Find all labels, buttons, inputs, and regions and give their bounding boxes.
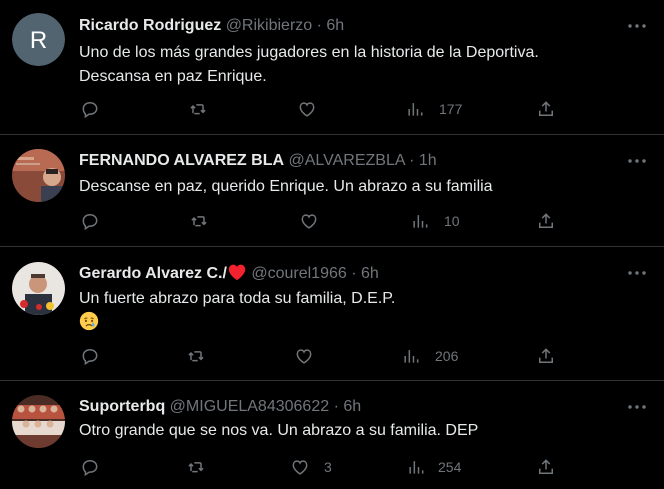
tweet-actions: 10 xyxy=(0,209,664,233)
views-icon xyxy=(409,461,424,474)
avatar[interactable] xyxy=(12,149,65,202)
share-icon xyxy=(539,459,553,474)
retweet-icon xyxy=(190,104,206,115)
heart-icon xyxy=(292,460,308,475)
views-icon xyxy=(408,103,423,116)
tweet-actions: 3 254 xyxy=(0,455,664,479)
avatar[interactable] xyxy=(12,262,65,315)
views-button[interactable]: 10 xyxy=(410,209,460,233)
retweet-button[interactable] xyxy=(189,209,217,233)
reply-button[interactable] xyxy=(80,344,108,368)
avatar[interactable] xyxy=(12,395,65,448)
tweet-text-line: Descansa en paz Enrique. xyxy=(79,68,267,85)
views-button[interactable]: 254 xyxy=(406,455,461,479)
tweet[interactable]: R Ricardo Rodriguez @Rikibierzo · 6h Uno… xyxy=(0,0,664,134)
reply-icon xyxy=(82,213,98,231)
reply-button[interactable] xyxy=(80,455,108,479)
tweet-header: Gerardo Alvarez C./ @courel1966 · 6h xyxy=(79,263,379,284)
tweet-text: Uno de los más grandes jugadores en la h… xyxy=(79,41,624,89)
author-handle[interactable]: @MIGUELA84306622 xyxy=(170,398,329,415)
separator-dot: · xyxy=(409,152,415,169)
reply-button[interactable] xyxy=(80,97,108,121)
retweet-icon xyxy=(188,351,204,362)
share-button[interactable] xyxy=(536,455,556,479)
tweet-text: Otro grande que se nos va. Un abrazo a s… xyxy=(79,419,624,443)
retweet-button[interactable] xyxy=(186,344,214,368)
timestamp[interactable]: 1h xyxy=(419,152,437,169)
like-count: 3 xyxy=(324,459,332,475)
crying-face-icon xyxy=(79,311,624,335)
views-button[interactable]: 177 xyxy=(405,97,462,121)
retweet-button[interactable] xyxy=(186,455,214,479)
reply-icon xyxy=(82,348,98,366)
tweet-text-line: Un fuerte abrazo para toda su familia, D… xyxy=(79,290,396,307)
author-name[interactable]: Suporterbq xyxy=(79,398,165,415)
more-icon[interactable] xyxy=(626,397,648,417)
tweet-text: Un fuerte abrazo para toda su familia, D… xyxy=(79,287,624,335)
heart-icon xyxy=(301,214,317,229)
author-handle[interactable]: @Rikibierzo xyxy=(226,17,312,34)
heart-icon xyxy=(296,349,312,364)
author-name[interactable]: Ricardo Rodriguez xyxy=(79,17,221,34)
views-button[interactable]: 206 xyxy=(401,344,458,368)
author-handle[interactable]: @courel1966 xyxy=(251,265,346,282)
share-icon xyxy=(539,213,553,228)
avatar-letter: R xyxy=(30,27,47,54)
view-count: 10 xyxy=(444,213,460,229)
heart-icon xyxy=(299,102,315,117)
more-icon[interactable] xyxy=(626,16,648,36)
like-button[interactable] xyxy=(299,209,327,233)
share-button[interactable] xyxy=(536,209,556,233)
view-count: 177 xyxy=(439,101,463,117)
red-heart-icon xyxy=(228,264,246,281)
separator-dot: · xyxy=(351,265,357,282)
views-icon xyxy=(404,350,419,363)
separator-dot: · xyxy=(316,17,322,34)
tweet-header: Suporterbq @MIGUELA84306622 · 6h xyxy=(79,397,361,417)
tweet-header: Ricardo Rodriguez @Rikibierzo · 6h xyxy=(79,16,344,36)
reply-icon xyxy=(82,459,98,477)
retweet-icon xyxy=(188,462,204,473)
view-count: 206 xyxy=(435,348,459,364)
timestamp[interactable]: 6h xyxy=(326,17,344,34)
tweet-actions: 206 xyxy=(0,344,664,368)
author-name[interactable]: FERNANDO ALVAREZ BLA xyxy=(79,152,284,169)
tweet[interactable]: FERNANDO ALVAREZ BLA @ALVAREZBLA · 1h De… xyxy=(0,135,664,246)
avatar[interactable]: R xyxy=(12,13,65,66)
tweet-text-line: Uno de los más grandes jugadores en la h… xyxy=(79,44,539,61)
like-button[interactable]: 3 xyxy=(290,455,332,479)
views-icon xyxy=(413,215,428,228)
share-button[interactable] xyxy=(536,344,556,368)
more-icon[interactable] xyxy=(626,151,648,171)
tweet-header: FERNANDO ALVAREZ BLA @ALVAREZBLA · 1h xyxy=(79,151,437,171)
tweet[interactable]: Gerardo Alvarez C./ @courel1966 · 6h Un … xyxy=(0,247,664,380)
retweet-button[interactable] xyxy=(188,97,216,121)
tweet[interactable]: Suporterbq @MIGUELA84306622 · 6h Otro gr… xyxy=(0,381,664,489)
author-handle[interactable]: @ALVAREZBLA xyxy=(288,152,404,169)
reply-icon xyxy=(82,101,98,119)
share-button[interactable] xyxy=(536,97,556,121)
author-name[interactable]: Gerardo Alvarez C./ xyxy=(79,265,227,282)
view-count: 254 xyxy=(438,459,462,475)
reply-button[interactable] xyxy=(80,209,108,233)
timestamp[interactable]: 6h xyxy=(361,265,379,282)
timestamp[interactable]: 6h xyxy=(343,398,361,415)
share-icon xyxy=(539,348,553,363)
share-icon xyxy=(539,101,553,116)
like-button[interactable] xyxy=(297,97,325,121)
tweet-text-line: Otro grande que se nos va. Un abrazo a s… xyxy=(79,422,479,439)
more-icon[interactable] xyxy=(626,263,648,283)
retweet-icon xyxy=(191,216,207,227)
like-button[interactable] xyxy=(294,344,322,368)
tweet-actions: 177 xyxy=(0,97,664,121)
tweet-text-line: Descanse en paz, querido Enrique. Un abr… xyxy=(79,178,493,195)
tweet-text: Descanse en paz, querido Enrique. Un abr… xyxy=(79,175,624,199)
separator-dot: · xyxy=(333,398,339,415)
